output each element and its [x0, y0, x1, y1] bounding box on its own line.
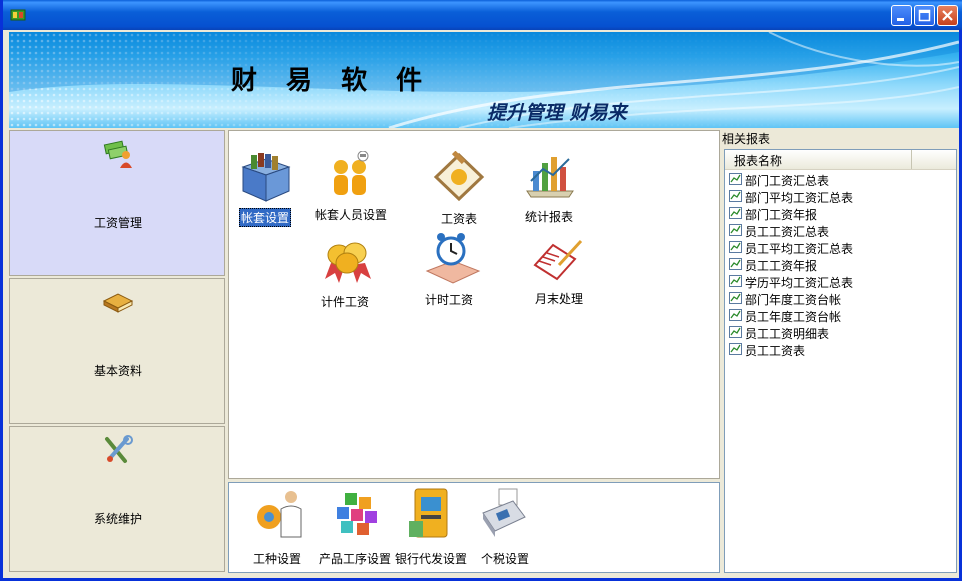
account-box-icon [241, 153, 291, 202]
alarm-clock-icon [425, 233, 481, 284]
close-button[interactable] [937, 5, 958, 26]
tile-label-account-setup: 帐套设置 [239, 208, 292, 227]
tile-account-setup[interactable]: 帐套设置 [237, 151, 297, 227]
report-list[interactable]: 报表名称 部门工资汇总表部门平均工资汇总表 部门工资年报 员工工资汇总表员工平均工资… [724, 149, 957, 573]
tile-label-income-tax-setup: 个税设置 [481, 552, 530, 566]
tile-label-salary-sheet: 工资表 [441, 212, 478, 226]
report-item-label: 员工工资年报 [745, 259, 818, 273]
column-header-report-name[interactable]: 报表名称 [725, 150, 912, 169]
people-icon [334, 151, 369, 195]
title-bar[interactable] [3, 0, 962, 30]
tile-job-type-setup[interactable]: 工种设置 [249, 487, 309, 567]
tile-product-process-setup[interactable]: 产品工序设置 [319, 487, 399, 567]
banner-wave-graphic [9, 32, 959, 128]
report-item-label: 员工平均工资汇总表 [745, 242, 854, 256]
report-chart-icon [729, 326, 742, 338]
tile-piece-wage[interactable]: 计件工资 [315, 233, 385, 313]
report-item-label: 员工工资明细表 [745, 327, 830, 341]
header-banner: 财 易 软 件 提升管理 财易来 [9, 32, 959, 128]
blocks-icon [337, 493, 377, 535]
report-chart-icon [729, 224, 742, 236]
salary-money-icon [103, 140, 132, 168]
minimize-icon [897, 18, 904, 21]
tile-month-end-processing[interactable]: 月末处理 [527, 231, 587, 311]
pos-terminal-icon [482, 488, 526, 537]
tile-label-bank-payroll-setup: 银行代发设置 [395, 552, 468, 566]
report-list-header: 报表名称 [725, 150, 956, 170]
tile-label-hourly-wage: 计时工资 [425, 293, 474, 307]
nav-label-salary-management: 工资管理 [93, 216, 142, 230]
report-chart-icon [729, 343, 742, 355]
tile-account-personnel-setup[interactable]: 帐套人员设置 [315, 151, 391, 226]
nav-item-salary-management[interactable]: 工资管理 [9, 130, 225, 276]
report-item-label: 部门平均工资汇总表 [745, 191, 854, 205]
app-window: 财 易 软 件 提升管理 财易来 工资管理 基本资料 系统维护 帐套设置 帐套人… [0, 0, 962, 581]
report-chart-icon [729, 190, 742, 202]
tile-label-month-end-processing: 月末处理 [535, 292, 584, 306]
report-item[interactable]: 学历平均工资汇总表 [729, 273, 949, 290]
report-item[interactable]: 部门工资汇总表 [729, 171, 949, 188]
app-title: 财 易 软 件 [231, 66, 433, 96]
module-icon-area: 帐套设置 帐套人员设置 工资表 统计报表 计件工资 计时工资 月末处理 [228, 130, 720, 479]
nav-label-system-maintenance: 系统维护 [93, 512, 142, 526]
report-item[interactable]: 员工年度工资台帐 [729, 307, 949, 324]
report-item[interactable]: 部门工资年报 [729, 205, 949, 222]
report-item-label: 员工年度工资台帐 [745, 310, 842, 324]
report-item[interactable]: 部门平均工资汇总表 [729, 188, 949, 205]
notepad-icon [533, 239, 583, 281]
tile-bank-payroll-setup[interactable]: 银行代发设置 [395, 487, 471, 567]
maximize-icon [918, 9, 931, 22]
settings-icon-area: 工种设置 产品工序设置 银行代发设置 个税设置 [228, 482, 720, 573]
tile-label-statistical-report: 统计报表 [525, 210, 574, 224]
tile-income-tax-setup[interactable]: 个税设置 [477, 487, 533, 567]
app-icon [10, 9, 26, 21]
report-chart-icon [729, 275, 742, 287]
report-item[interactable]: 员工工资表 [729, 341, 949, 358]
report-chart-icon [729, 173, 742, 185]
book-icon [102, 293, 134, 313]
minimize-button[interactable] [891, 5, 912, 26]
report-chart-icon [729, 207, 742, 219]
report-chart-icon [729, 258, 742, 270]
tile-label-product-process-setup: 产品工序设置 [319, 552, 392, 566]
related-reports-panel: 相关报表 报表名称 部门工资汇总表 部门平均工资汇总表 部门工资年报 员工工资汇总表员… [722, 130, 959, 573]
report-item-label: 部门工资年报 [745, 208, 818, 222]
app-slogan: 提升管理 财易来 [487, 102, 627, 124]
tile-label-account-personnel-setup: 帐套人员设置 [315, 208, 388, 222]
report-chart-icon [729, 292, 742, 304]
report-item-label: 员工工资表 [745, 344, 806, 358]
tile-label-piece-wage: 计件工资 [321, 295, 370, 309]
report-item-label: 员工工资汇总表 [745, 225, 830, 239]
report-chart-icon [729, 309, 742, 321]
atm-icon [409, 488, 448, 538]
tools-icon [105, 435, 133, 463]
report-chart-icon [729, 241, 742, 253]
tile-hourly-wage[interactable]: 计时工资 [421, 231, 485, 311]
report-item[interactable]: 员工工资明细表 [729, 324, 949, 341]
nav-item-basic-data[interactable]: 基本资料 [9, 278, 225, 424]
report-item[interactable]: 员工工资汇总表 [729, 222, 949, 239]
report-item-label: 部门工资汇总表 [745, 174, 830, 188]
nav-item-system-maintenance[interactable]: 系统维护 [9, 426, 225, 572]
report-item[interactable]: 部门年度工资台帐 [729, 290, 949, 307]
tile-salary-sheet[interactable]: 工资表 [429, 151, 491, 226]
tile-label-job-type-setup[interactable]: 工种设置 [253, 550, 301, 567]
coins-icon [325, 242, 371, 283]
column-header-label: 报表名称 [734, 154, 783, 168]
chart-report-icon [526, 157, 574, 198]
report-item-label: 部门年度工资台帐 [745, 293, 842, 307]
worker-icon [257, 491, 302, 538]
left-nav-panel: 工资管理 基本资料 系统维护 [9, 130, 225, 573]
report-item[interactable]: 员工工资年报 [729, 256, 949, 273]
salary-sheet-icon [433, 151, 485, 202]
related-reports-title: 相关报表 [722, 132, 771, 146]
report-item-label: 学历平均工资汇总表 [745, 276, 854, 290]
close-icon [942, 10, 953, 21]
report-item[interactable]: 员工平均工资汇总表 [729, 239, 949, 256]
maximize-button[interactable] [914, 5, 935, 26]
nav-label-basic-data: 基本资料 [93, 364, 142, 378]
tile-statistical-report[interactable]: 统计报表 [519, 151, 579, 226]
